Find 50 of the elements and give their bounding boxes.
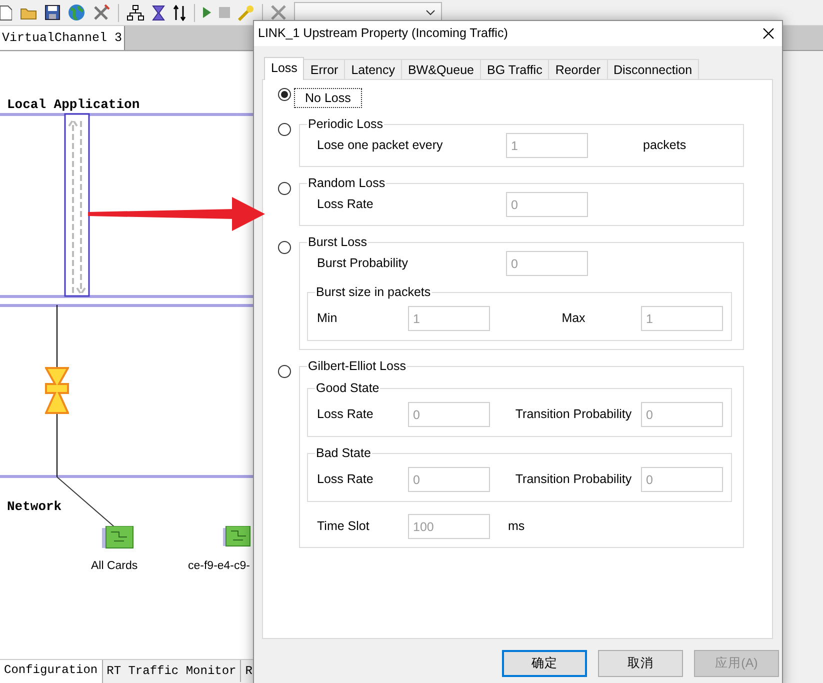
radio-button[interactable] bbox=[278, 123, 291, 136]
channel-box[interactable] bbox=[64, 113, 91, 298]
dialog-button[interactable]: 取消 bbox=[598, 650, 683, 677]
chevron-down-icon bbox=[426, 10, 435, 16]
section-label: Local Application bbox=[7, 96, 140, 114]
radio-label[interactable]: No Loss bbox=[294, 88, 362, 108]
field-label: Loss Rate bbox=[317, 196, 374, 214]
tab[interactable]: Loss bbox=[264, 57, 304, 80]
radio-button[interactable] bbox=[278, 241, 291, 254]
view-tab[interactable]: Configuration bbox=[0, 660, 103, 683]
hourglass-icon[interactable] bbox=[152, 4, 165, 20]
node-label: ce-f9-e4-c9- bbox=[188, 559, 250, 574]
field-label: Min bbox=[317, 310, 338, 328]
radio-button[interactable] bbox=[278, 365, 291, 378]
network-icon[interactable] bbox=[127, 4, 144, 20]
field-label: Loss Rate bbox=[317, 471, 374, 488]
field-label: Lose one packet every bbox=[317, 137, 444, 154]
unit-label: ms bbox=[507, 518, 526, 536]
field-label: Transition Probability bbox=[515, 471, 632, 488]
radio-button[interactable] bbox=[278, 182, 291, 195]
network-card-icon[interactable] bbox=[223, 526, 251, 548]
section-label: Network bbox=[7, 498, 62, 516]
window-title: LINK_1 Upstream Property (Incoming Traffic) bbox=[258, 25, 508, 42]
tab[interactable]: Latency bbox=[345, 59, 402, 79]
network-card-icon[interactable] bbox=[102, 526, 134, 550]
field-label: Time Slot bbox=[317, 518, 370, 536]
globe-icon[interactable] bbox=[68, 4, 85, 21]
document-tab[interactable]: VirtualChannel 3 bbox=[0, 26, 126, 50]
node-label: All Cards bbox=[91, 559, 138, 574]
tab[interactable]: Disconnection bbox=[608, 59, 700, 79]
folder-icon[interactable] bbox=[20, 6, 37, 20]
tab[interactable]: BW&Queue bbox=[402, 59, 481, 79]
field-label: Burst Probability bbox=[317, 255, 410, 272]
tab[interactable]: Reorder bbox=[549, 59, 608, 79]
field-label: Transition Probability bbox=[515, 406, 632, 424]
tab[interactable]: Error bbox=[304, 59, 346, 79]
sort-arrows-icon[interactable] bbox=[173, 4, 186, 20]
dialog-button[interactable]: 确定 bbox=[502, 650, 587, 677]
save-icon[interactable] bbox=[45, 5, 60, 20]
field-label: Loss Rate bbox=[317, 406, 374, 424]
tab[interactable]: BG Traffic bbox=[480, 59, 550, 79]
group-title: Burst size in packets bbox=[315, 284, 432, 300]
tools-icon[interactable] bbox=[93, 4, 110, 21]
new-file-icon[interactable] bbox=[0, 4, 12, 20]
play-icon[interactable] bbox=[203, 7, 211, 18]
field-label: Max bbox=[562, 310, 586, 328]
view-tab[interactable]: RT Traffic Monitor bbox=[102, 660, 242, 682]
unit-label: packets bbox=[642, 137, 688, 154]
radio-button[interactable] bbox=[278, 88, 291, 101]
close-icon[interactable] bbox=[763, 28, 774, 39]
